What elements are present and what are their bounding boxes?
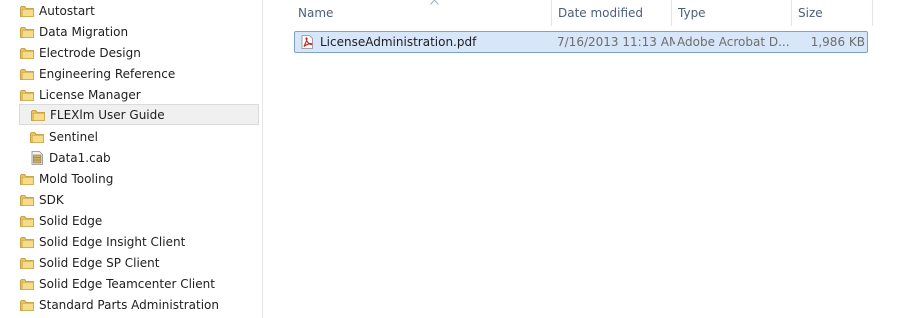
column-divider[interactable] [872,0,873,26]
folder-icon [19,234,35,250]
folder-icon [19,192,35,208]
folder-icon [29,129,45,145]
column-header-date-modified[interactable]: Date modified [552,0,671,26]
nav-item-label: Autostart [39,3,95,18]
sort-ascending-icon [430,0,439,5]
file-type: Adobe Acrobat D... [677,35,790,49]
folder-icon [19,213,35,229]
nav-folder-solid-edge-teamcenter-client[interactable]: Solid Edge Teamcenter Client [0,273,260,294]
nav-folder-flexlm-user-guide[interactable]: FLEXlm User Guide [19,104,259,125]
pdf-file-icon [299,34,315,50]
nav-item-label: Data Migration [39,24,129,39]
nav-item-label: Solid Edge SP Client [39,255,160,270]
nav-item-label: Standard Parts Administration [39,297,219,312]
folder-icon [19,45,35,61]
nav-folder-solid-edge-insight-client[interactable]: Solid Edge Insight Client [0,231,260,252]
nav-folder-autostart[interactable]: Autostart [0,0,260,21]
column-header-label: Type [678,6,706,20]
nav-item-label: Electrode Design [39,45,141,60]
nav-folder-sdk[interactable]: SDK [0,189,260,210]
nav-folder-solid-edge-sp-client[interactable]: Solid Edge SP Client [0,252,260,273]
column-header-label: Name [298,6,334,20]
file-row-selected[interactable]: LicenseAdministration.pdf 7/16/2013 11:1… [294,31,868,53]
nav-folder-engineering-reference[interactable]: Engineering Reference [0,63,260,84]
file-list-pane[interactable]: Name Date modified Type Size LicenseAdmi… [277,0,900,318]
file-name-cell[interactable]: LicenseAdministration.pdf [299,32,549,52]
folder-icon [19,87,35,103]
nav-item-label: Solid Edge Teamcenter Client [39,276,215,291]
folder-icon [30,107,46,123]
nav-folder-license-manager[interactable]: License Manager [0,84,260,105]
column-header-type[interactable]: Type [672,0,791,26]
nav-folder-sentinel[interactable]: Sentinel [0,126,260,147]
file-date-modified: 7/16/2013 11:13 AM [557,35,675,49]
nav-item-label: License Manager [39,87,141,102]
nav-file-data1-cab[interactable]: Data1.cab [0,147,260,168]
folder-icon [19,24,35,40]
cab-file-icon [29,150,45,166]
column-header-label: Date modified [558,6,644,20]
file-name: LicenseAdministration.pdf [320,35,477,49]
column-header-size[interactable]: Size [792,0,872,26]
pane-splitter[interactable] [262,0,277,318]
nav-folder-data-migration[interactable]: Data Migration [0,21,260,42]
nav-folder-solid-edge[interactable]: Solid Edge [0,210,260,231]
nav-item-label: SDK [39,192,64,207]
nav-folder-mold-tooling[interactable]: Mold Tooling [0,168,260,189]
folder-icon [19,171,35,187]
folder-icon [19,297,35,313]
nav-folder-standard-parts-administration[interactable]: Standard Parts Administration [0,294,260,315]
nav-item-label: FLEXlm User Guide [50,107,165,122]
nav-item-label: Solid Edge [39,213,103,228]
nav-folder-electrode-design[interactable]: Electrode Design [0,42,260,63]
folder-icon [19,255,35,271]
folder-icon [19,3,35,19]
navigation-pane[interactable]: Autostart Data Migration Electrode Desig… [0,0,262,318]
folder-icon [19,66,35,82]
file-size: 1,986 KB [810,35,865,49]
nav-item-label: Solid Edge Insight Client [39,234,186,249]
folder-icon [19,276,35,292]
nav-item-label: Engineering Reference [39,66,176,81]
column-header-label: Size [798,6,823,20]
nav-item-label: Mold Tooling [39,171,114,186]
nav-item-label: Data1.cab [49,150,111,165]
nav-item-label: Sentinel [49,129,98,144]
column-header-name[interactable]: Name [292,0,551,26]
